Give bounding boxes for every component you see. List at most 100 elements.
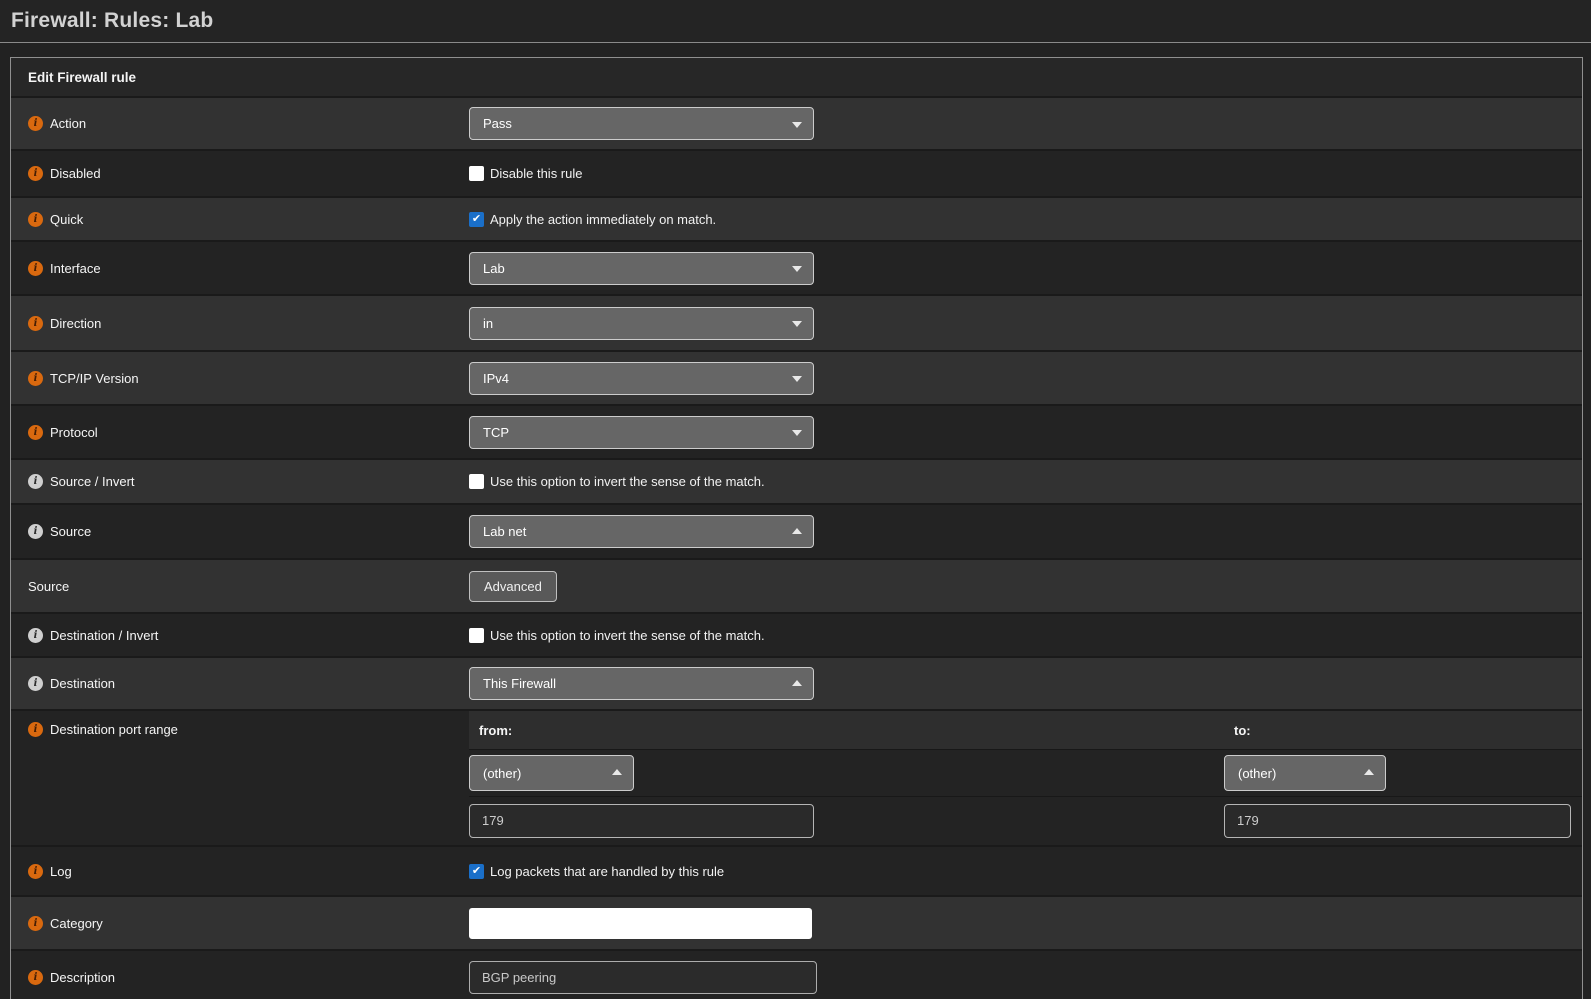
- port-to-input[interactable]: [1224, 804, 1571, 838]
- value-cell-protocol: TCP: [469, 406, 1582, 458]
- port-from-select[interactable]: (other): [469, 755, 634, 791]
- value-cell-quick: ✔ Apply the action immediately on match.: [469, 198, 1582, 240]
- info-icon[interactable]: i: [28, 628, 43, 643]
- info-icon[interactable]: i: [28, 166, 43, 181]
- quick-checkbox-label: Apply the action immediately on match.: [490, 212, 716, 227]
- caret-up-icon: [792, 528, 802, 534]
- info-icon[interactable]: i: [28, 474, 43, 489]
- tcpip-version-select[interactable]: IPv4: [469, 362, 814, 395]
- destination-select-value: This Firewall: [483, 676, 556, 691]
- caret-up-icon: [792, 680, 802, 686]
- label-cell-source-advanced: Source: [11, 560, 469, 612]
- destination-invert-checkbox[interactable]: [469, 628, 484, 643]
- row-label-log: Log: [50, 864, 72, 879]
- label-cell-log: i Log: [11, 847, 469, 895]
- info-icon[interactable]: i: [28, 212, 43, 227]
- label-cell-source: iSource: [11, 505, 469, 558]
- firewall-rule-form: i Action PassiDisabled Disable this rule i Qu…: [11, 96, 1582, 999]
- page-title: Firewall: Rules: Lab: [11, 9, 1591, 33]
- form-row-destination-invert: i Destination / Invert Use this option to …: [11, 612, 1582, 656]
- info-icon[interactable]: i: [28, 316, 43, 331]
- form-row-protocol: i Protocol TCP: [11, 404, 1582, 458]
- info-icon[interactable]: i: [28, 116, 43, 131]
- info-icon[interactable]: i: [28, 864, 43, 879]
- port-from-input[interactable]: [469, 804, 814, 838]
- row-label-action: Action: [50, 116, 86, 131]
- info-icon[interactable]: i: [28, 676, 43, 691]
- form-row-disabled: iDisabled Disable this rule: [11, 149, 1582, 196]
- info-icon[interactable]: i: [28, 425, 43, 440]
- info-icon[interactable]: i: [28, 524, 43, 539]
- titlebar: Firewall: Rules: Lab: [0, 0, 1591, 43]
- port-from-input-cell: [469, 797, 1224, 844]
- label-cell-category: i Category: [11, 897, 469, 949]
- disabled-checkbox[interactable]: [469, 166, 484, 181]
- edit-firewall-rule-panel: Edit Firewall rule iActionPassiDisabledD…: [10, 57, 1583, 999]
- row-label-source-invert: Source / Invert: [50, 474, 135, 489]
- action-select[interactable]: Pass: [469, 107, 814, 140]
- port-range-input-row: [469, 796, 1582, 844]
- port-range-select-row: (other) (other): [469, 749, 1582, 796]
- interface-select-value: Lab: [483, 261, 505, 276]
- row-label-quick: Quick: [50, 212, 83, 227]
- source-invert-checkbox-label: Use this option to invert the sense of t…: [490, 474, 765, 489]
- log-checkbox-label: Log packets that are handled by this rul…: [490, 864, 724, 879]
- form-row-description: iDescription: [11, 949, 1582, 999]
- info-icon[interactable]: i: [28, 371, 43, 386]
- caret-up-icon: [612, 769, 622, 775]
- destination-select[interactable]: This Firewall: [469, 667, 814, 700]
- caret-down-icon: [792, 266, 802, 272]
- port-to-select[interactable]: (other): [1224, 755, 1386, 791]
- direction-select[interactable]: in: [469, 307, 814, 340]
- info-icon[interactable]: i: [28, 970, 43, 985]
- row-label-direction: Direction: [50, 316, 101, 331]
- row-label-destination-port-range: Destination port range: [50, 722, 178, 737]
- value-cell-action: Pass: [469, 98, 1582, 149]
- row-label-protocol: Protocol: [50, 425, 98, 440]
- description-input[interactable]: [469, 961, 817, 994]
- caret-down-icon: [792, 321, 802, 327]
- port-from-header-cell: from:: [469, 711, 1224, 749]
- protocol-select-value: TCP: [483, 425, 509, 440]
- quick-checkbox[interactable]: ✔: [469, 212, 484, 227]
- value-cell-source-invert: Use this option to invert the sense of t…: [469, 460, 1582, 503]
- form-row-destination-port-range: iDestination port rangefrom:to:(other)(o…: [11, 709, 1582, 845]
- disabled-checkbox-label: Disable this rule: [490, 166, 583, 181]
- info-icon[interactable]: i: [28, 916, 43, 931]
- label-cell-disabled: iDisabled: [11, 151, 469, 196]
- form-row-source: iSource Lab net: [11, 503, 1582, 558]
- caret-down-icon: [792, 430, 802, 436]
- info-icon[interactable]: i: [28, 722, 43, 737]
- destination-invert-checkbox-label: Use this option to invert the sense of t…: [490, 628, 765, 643]
- value-cell-source-advanced: Advanced: [469, 560, 1582, 612]
- port-to-select-cell: (other): [1224, 750, 1582, 796]
- port-range-header-row: from:to:: [469, 711, 1582, 749]
- port-from-select-cell: (other): [469, 750, 1224, 796]
- caret-down-icon: [792, 122, 802, 128]
- destination-port-range-table: from:to: (other) (other): [469, 711, 1582, 844]
- label-cell-destination: i Destination: [11, 658, 469, 709]
- category-input[interactable]: [469, 908, 812, 939]
- port-from-select-value: (other): [483, 766, 521, 781]
- info-icon[interactable]: i: [28, 261, 43, 276]
- value-cell-destination: This Firewall: [469, 658, 1582, 709]
- source-select[interactable]: Lab net: [469, 515, 814, 548]
- caret-up-icon: [1364, 769, 1374, 775]
- row-label-destination-invert: Destination / Invert: [50, 628, 158, 643]
- row-label-destination: Destination: [50, 676, 115, 691]
- source-select-value: Lab net: [483, 524, 526, 539]
- log-checkbox[interactable]: ✔: [469, 864, 484, 879]
- form-row-direction: i Direction in: [11, 294, 1582, 350]
- form-row-tcpip-version: iTCP/IP VersionIPv4: [11, 350, 1582, 404]
- port-from-header-label: from:: [479, 723, 512, 738]
- source-invert-checkbox[interactable]: [469, 474, 484, 489]
- row-label-category: Category: [50, 916, 103, 931]
- protocol-select[interactable]: TCP: [469, 416, 814, 449]
- form-row-source-advanced: SourceAdvanced: [11, 558, 1582, 612]
- form-row-source-invert: i Source / Invert Use this option to inver…: [11, 458, 1582, 503]
- form-row-destination: i Destination This Firewall: [11, 656, 1582, 709]
- source-advanced-button[interactable]: Advanced: [469, 571, 557, 602]
- value-cell-tcpip-version: IPv4: [469, 352, 1582, 404]
- interface-select[interactable]: Lab: [469, 252, 814, 285]
- value-cell-direction: in: [469, 296, 1582, 350]
